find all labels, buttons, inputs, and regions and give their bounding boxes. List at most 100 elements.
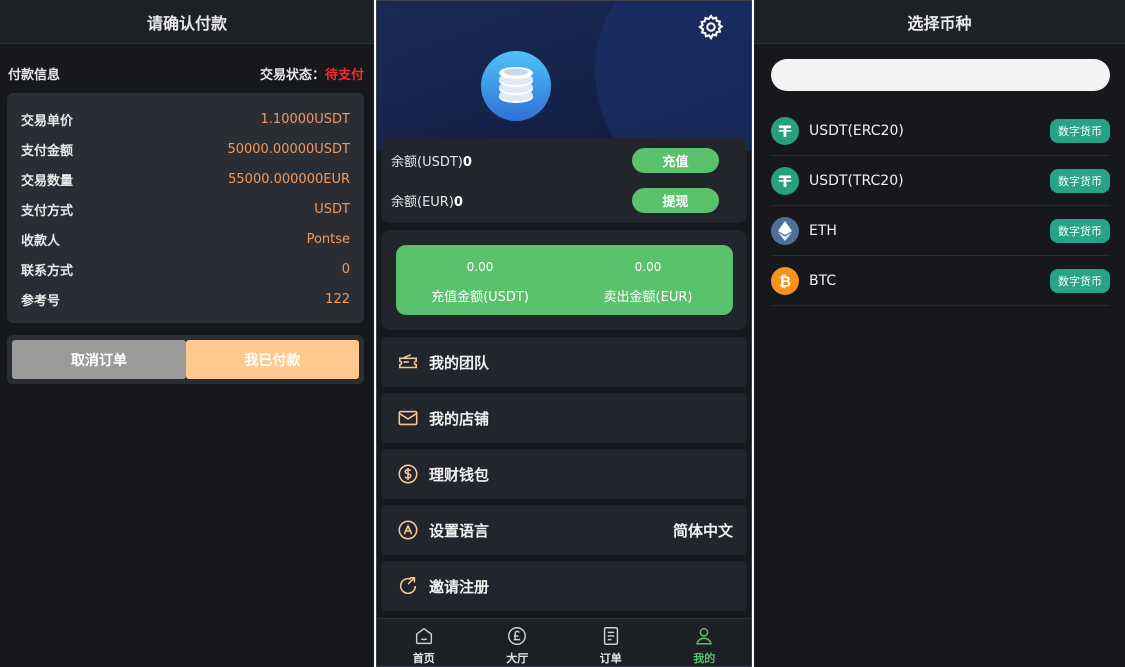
paid-button[interactable]: 我已付款 (186, 340, 359, 379)
coins-stack-icon (499, 67, 533, 103)
info-row: 交易数量 55000.000000EUR (21, 164, 350, 194)
bitcoin-icon: ₿ (771, 266, 799, 295)
info-row: 支付金额 50000.00000USDT (21, 134, 350, 164)
info-row: 交易单价 1.10000USDT (21, 104, 350, 134)
menu-label: 我的店铺 (429, 409, 490, 428)
info-key: 支付金额 (21, 143, 74, 159)
coin-type-badge: 数字货币 (1050, 268, 1110, 293)
menu-item-wallet[interactable]: 理财钱包 (381, 449, 747, 499)
info-key: 收款人 (21, 233, 61, 249)
balance-usdt: 余额(USDT)0 (391, 151, 472, 170)
info-row: 参考号 122 (21, 284, 350, 314)
balance-usdt-value: 0 (462, 155, 472, 170)
stat-recharge-value: 0.00 (466, 260, 494, 274)
coin-name: USDT(TRC20) (809, 172, 904, 189)
info-value: 55000.000000EUR (228, 171, 350, 187)
info-value: 122 (325, 291, 350, 307)
coin-row-eth[interactable]: ETH 数字货币 (771, 206, 1110, 256)
info-key: 联系方式 (21, 263, 74, 279)
bottom-tab-bar: 首页 大厅 订单 我的 (377, 618, 752, 666)
status-text: 交易状态：待支付 (260, 64, 364, 83)
shop-icon (398, 410, 418, 426)
balance-eur: 余额(EUR)0 (391, 191, 463, 210)
coin-type-badge: 数字货币 (1050, 168, 1110, 193)
info-row: 联系方式 0 (21, 254, 350, 284)
info-row: 支付方式 USDT (21, 194, 350, 224)
coin-name: ETH (809, 222, 837, 239)
action-buttons: 取消订单 我已付款 (7, 335, 364, 384)
team-icon (398, 353, 418, 369)
svg-text:₿: ₿ (779, 272, 791, 290)
info-value: 0 (341, 261, 350, 277)
coin-row-usdt-erc20[interactable]: USDT(ERC20) 数字货币 (771, 106, 1110, 156)
menu-item-invite[interactable]: 邀请注册 (381, 561, 747, 611)
profile-header (377, 1, 751, 151)
info-value: 50000.00000USDT (227, 141, 350, 157)
menu-label: 我的团队 (429, 353, 490, 372)
info-value: 1.10000USDT (260, 111, 350, 127)
profile-screen: 余额(USDT)0 充值 余额(EUR)0 提现 0.00 充值金额(USDT)… (376, 0, 752, 667)
info-value: USDT (314, 201, 350, 217)
info-key: 交易单价 (21, 113, 74, 129)
tab-label: 订单 (599, 652, 622, 665)
page-title: 选择币种 (754, 0, 1125, 44)
tab-label: 我的 (693, 652, 716, 665)
invite-icon (399, 576, 417, 595)
select-coin-screen: 选择币种 USDT(ERC20) 数字货币 USDT(TRC20) 数字货币 E… (754, 0, 1125, 667)
confirm-payment-screen: 请确认付款 付款信息 交易状态：待支付 交易单价 1.10000USDT 支付金额… (0, 0, 374, 667)
stat-recharge-label: 充值金额(USDT) (431, 290, 529, 305)
info-key: 支付方式 (21, 203, 74, 219)
status-label: 交易状态： (259, 67, 325, 83)
coin-name: BTC (809, 272, 837, 289)
hall-icon (508, 627, 527, 645)
coin-type-badge: 数字货币 (1050, 118, 1110, 143)
coin-name: USDT(ERC20) (809, 122, 904, 139)
balance-eur-value: 0 (453, 195, 463, 210)
coin-type-badge: 数字货币 (1050, 218, 1110, 243)
coin-row-usdt-trc20[interactable]: USDT(TRC20) 数字货币 (771, 156, 1110, 206)
tab-hall[interactable]: 大厅 (471, 619, 565, 666)
user-icon (696, 627, 712, 645)
tab-label: 首页 (412, 652, 435, 665)
info-key: 交易数量 (21, 173, 74, 189)
tab-home[interactable]: 首页 (377, 619, 471, 666)
gear-icon[interactable] (697, 13, 725, 41)
page-title: 请确认付款 (0, 0, 374, 44)
language-icon (398, 520, 418, 540)
menu-item-language[interactable]: 设置语言 简体中文 (381, 505, 747, 555)
menu-item-team[interactable]: 我的团队 (381, 337, 747, 387)
menu-item-shop[interactable]: 我的店铺 (381, 393, 747, 443)
status-value: 待支付 (324, 67, 364, 83)
tab-order[interactable]: 订单 (564, 619, 658, 666)
info-value: Pontse (306, 231, 350, 247)
tether-icon (771, 166, 799, 195)
balance-eur-label: 余额(EUR) (391, 195, 454, 210)
language-value: 简体中文 (672, 521, 733, 540)
info-key: 参考号 (21, 293, 61, 309)
balance-usdt-label: 余额(USDT) (391, 155, 463, 170)
menu-label: 设置语言 (429, 521, 490, 540)
menu-label: 理财钱包 (429, 465, 490, 484)
stats-card: 0.00 充值金额(USDT) 0.00 卖出金额(EUR) (381, 230, 747, 330)
search-input[interactable] (771, 59, 1110, 91)
recharge-button[interactable]: 充值 (632, 148, 719, 173)
menu-label: 邀请注册 (429, 577, 490, 596)
tether-icon (771, 116, 799, 145)
withdraw-button[interactable]: 提现 (632, 188, 719, 213)
ethereum-icon (771, 216, 799, 245)
stat-sell-value: 0.00 (634, 260, 662, 274)
coin-row-btc[interactable]: ₿ BTC 数字货币 (771, 256, 1110, 306)
order-icon (603, 627, 618, 645)
stat-sell-label: 卖出金额(EUR) (603, 290, 693, 305)
cancel-order-button[interactable]: 取消订单 (12, 340, 186, 379)
info-row: 收款人 Pontse (21, 224, 350, 254)
balance-card: 余额(USDT)0 充值 余额(EUR)0 提现 (381, 138, 747, 223)
home-icon (415, 627, 432, 645)
payment-info-card: 交易单价 1.10000USDT 支付金额 50000.00000USDT 交易数量… (7, 93, 364, 323)
header-decoration (595, 1, 751, 151)
wallet-icon (398, 464, 418, 484)
tab-mine[interactable]: 我的 (658, 619, 752, 666)
avatar (481, 51, 551, 121)
stats-panel: 0.00 充值金额(USDT) 0.00 卖出金额(EUR) (396, 245, 733, 315)
tab-label: 大厅 (506, 652, 529, 665)
